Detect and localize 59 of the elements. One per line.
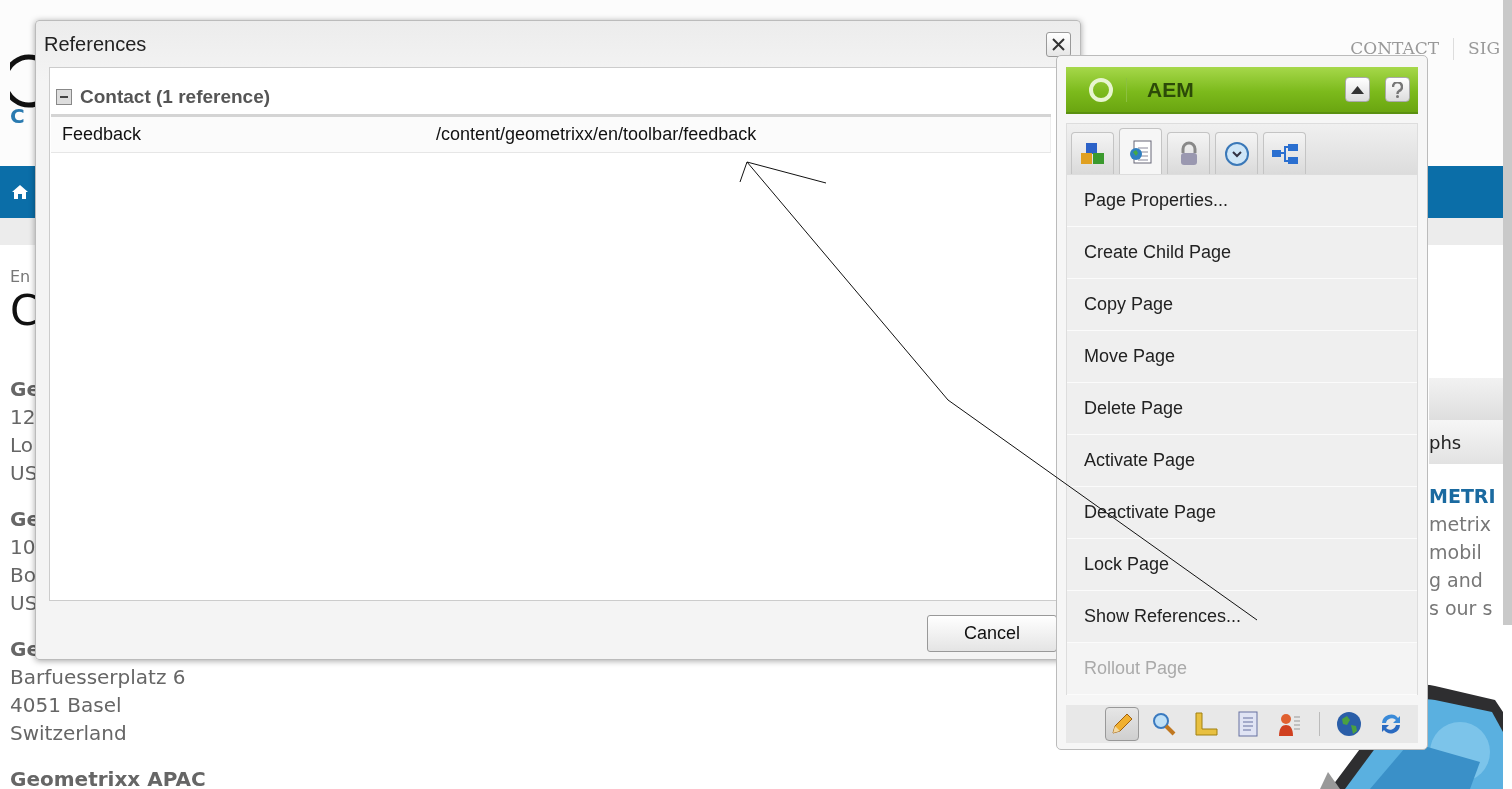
address-line: US <box>10 590 38 618</box>
pencil-icon <box>1109 711 1135 737</box>
sidekick-tab[interactable] <box>1071 132 1114 174</box>
dialog-title: References <box>44 32 147 56</box>
menu-item[interactable]: Lock Page <box>1067 539 1417 591</box>
promo-text: g and <box>1429 568 1483 593</box>
person-icon <box>1278 711 1302 737</box>
sidekick-tab[interactable] <box>1263 132 1306 174</box>
triangle-up-icon <box>1351 85 1364 94</box>
menu-item[interactable]: Move Page <box>1067 331 1417 383</box>
cubes-icon <box>1079 140 1106 167</box>
sidekick-tab[interactable] <box>1215 132 1258 174</box>
flower-logo-icon <box>1088 76 1114 103</box>
toolbar-button[interactable] <box>1105 707 1139 741</box>
logo-tagline: C <box>10 104 29 128</box>
promo-text: mobil <box>1429 540 1482 565</box>
menu-item[interactable]: Show References... <box>1067 591 1417 643</box>
address-line: Switzerland <box>10 720 127 748</box>
close-button[interactable] <box>1046 31 1071 57</box>
globe-icon <box>1336 711 1362 737</box>
menu-item[interactable]: Page Properties... <box>1067 175 1417 227</box>
document-icon <box>1236 711 1260 737</box>
office-name: Geometrixx APAC <box>10 766 206 789</box>
address-line: Barfuesserplatz 6 <box>10 664 186 692</box>
logo-icon <box>10 52 38 110</box>
breadcrumb[interactable]: En <box>10 267 31 286</box>
sidekick-tab[interactable] <box>1167 132 1210 174</box>
menu-item[interactable]: Delete Page <box>1067 383 1417 435</box>
address-line: 4051 Basel <box>10 692 122 720</box>
ruler-icon <box>1193 711 1219 737</box>
scrollbar[interactable] <box>1503 0 1512 625</box>
page-globe-icon <box>1127 138 1154 165</box>
menu-item[interactable]: Copy Page <box>1067 279 1417 331</box>
promo-text: s our s <box>1429 596 1493 621</box>
home-icon[interactable] <box>12 185 28 199</box>
collapse-icon[interactable] <box>56 89 72 105</box>
question-icon <box>1392 81 1403 98</box>
menu-item[interactable]: Activate Page <box>1067 435 1417 487</box>
sitemap-icon <box>1270 142 1299 165</box>
help-button[interactable] <box>1385 77 1410 102</box>
sidekick-title: AEM <box>1126 77 1330 102</box>
promo-text: metrix <box>1429 512 1491 537</box>
reference-row[interactable]: Feedback /content/geometrixx/en/toolbar/feedback <box>51 117 1051 153</box>
magnifier-icon <box>1151 711 1177 737</box>
address-line: 12 <box>10 404 36 432</box>
promo-title: METRI <box>1429 484 1496 509</box>
address-line: US <box>10 460 38 488</box>
address-line: Lo <box>10 432 34 460</box>
sidekick-tab[interactable] <box>1119 128 1162 174</box>
group-header[interactable]: Contact (1 reference) <box>80 86 271 108</box>
cancel-button[interactable]: Cancel <box>927 615 1057 652</box>
address-line: Bo <box>10 562 36 590</box>
address-line: 10 <box>10 534 36 562</box>
reference-title: Feedback <box>61 124 143 145</box>
close-icon <box>1051 36 1066 52</box>
reference-path: /content/geometrixx/en/toolbar/feedback <box>436 124 757 145</box>
menu-item[interactable]: Create Child Page <box>1067 227 1417 279</box>
collapse-button[interactable] <box>1345 77 1370 102</box>
clock-icon <box>1223 140 1250 167</box>
